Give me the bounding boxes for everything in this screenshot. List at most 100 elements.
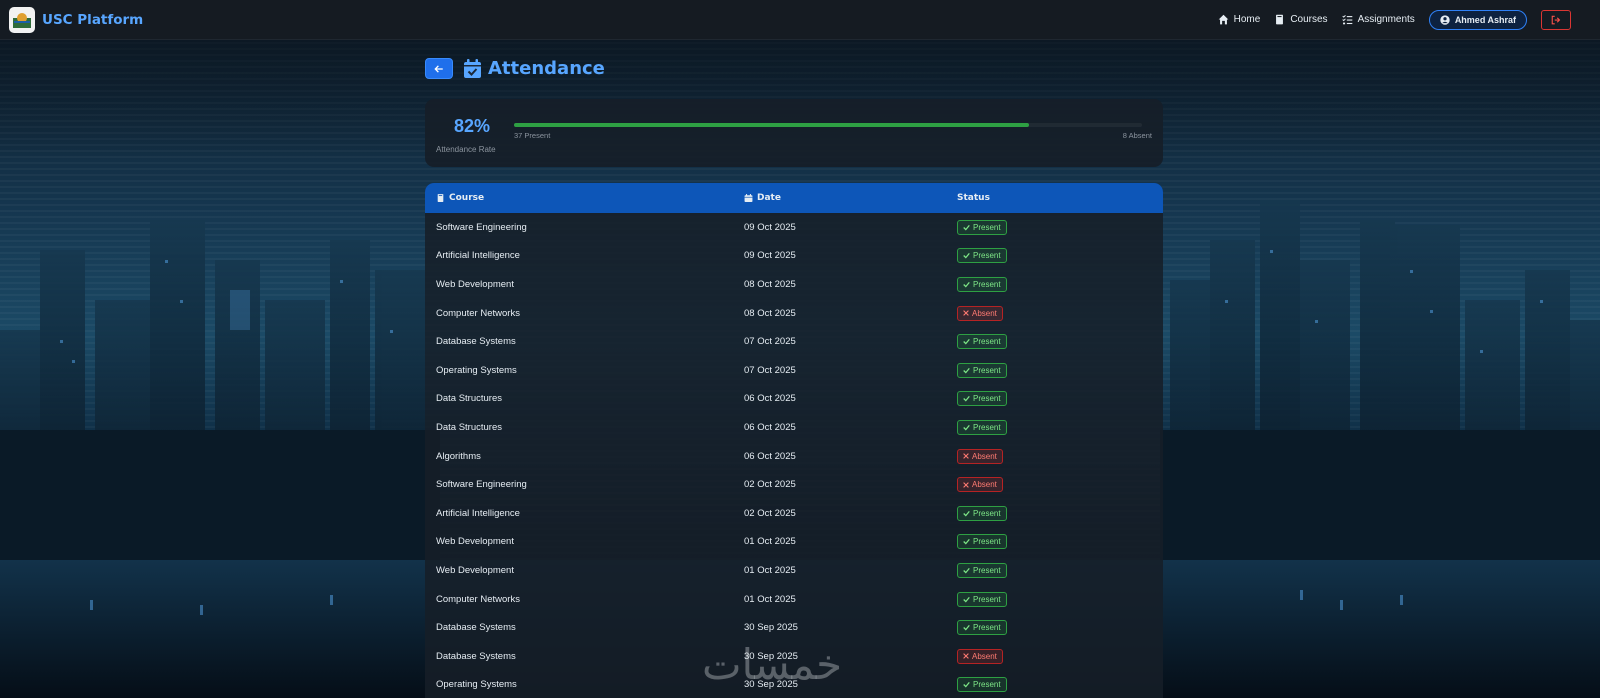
status-label: Present [973, 279, 1001, 289]
nav-home-link[interactable]: Home [1218, 14, 1261, 25]
status-badge: Present [957, 276, 1007, 292]
status-badge: Present [957, 591, 1007, 607]
nav-assignments-link[interactable]: Assignments [1341, 14, 1415, 25]
absent-count: 8 Absent [1122, 131, 1152, 140]
platform-logo[interactable] [9, 6, 35, 33]
date-cell: 02 Oct 2025 [744, 507, 796, 519]
present-count: 37 Present [514, 131, 551, 140]
logout-icon [1551, 15, 1561, 24]
course-cell: Algorithms [436, 450, 481, 462]
home-icon [1218, 14, 1228, 25]
arrow-left-icon [434, 64, 443, 73]
page-title: Attendance [463, 58, 605, 79]
table-row: Operating Systems 07 Oct 2025 Present [425, 356, 1163, 385]
status-cell: Present [957, 391, 1163, 407]
status-cell: Present [957, 219, 1163, 235]
check-icon [963, 424, 970, 431]
nav-home-label: Home [1233, 14, 1261, 25]
course-cell: Data Structures [436, 393, 502, 405]
table-row: Database Systems 07 Oct 2025 Present [425, 327, 1163, 356]
page-title-text: Attendance [488, 58, 605, 79]
status-badge: Absent [957, 448, 1003, 464]
user-profile-button[interactable]: Ahmed Ashraf [1428, 9, 1527, 30]
user-circle-icon [1440, 14, 1450, 25]
table-row: Web Development 01 Oct 2025 Present [425, 556, 1163, 585]
course-cell: Operating Systems [436, 364, 517, 376]
status-badge: Present [957, 362, 1007, 378]
check-icon [963, 567, 970, 574]
attendance-progress-fill [514, 123, 1029, 127]
page-header: Attendance [425, 58, 605, 79]
table-header: Course Date Status [425, 183, 1163, 213]
logout-button[interactable] [1541, 9, 1571, 30]
nav-menu: Home Courses Assignments Ahmed Ashraf [1218, 9, 1591, 30]
column-header-date: Date [744, 193, 957, 203]
status-label: Absent [972, 480, 997, 490]
nav-assignments-label: Assignments [1357, 14, 1415, 25]
date-cell: 09 Oct 2025 [744, 221, 796, 233]
table-row: Web Development 01 Oct 2025 Present [425, 528, 1163, 557]
nav-courses-link[interactable]: Courses [1274, 14, 1328, 25]
course-cell: Software Engineering [436, 221, 527, 233]
table-row: Artificial Intelligence 09 Oct 2025 Presen… [425, 242, 1163, 271]
status-badge: Present [957, 562, 1007, 578]
back-button[interactable] [425, 58, 453, 79]
date-cell: 06 Oct 2025 [744, 393, 796, 405]
table-row: Data Structures 06 Oct 2025 Present [425, 413, 1163, 442]
status-badge: Present [957, 677, 1007, 693]
status-cell: Absent [957, 305, 1163, 321]
check-icon [963, 253, 970, 259]
status-label: Present [973, 537, 1001, 547]
course-cell: Computer Networks [436, 307, 520, 319]
status-badge: Present [957, 620, 1007, 636]
user-name: Ahmed Ashraf [1454, 14, 1516, 25]
status-badge: Present [957, 419, 1007, 435]
status-label: Absent [972, 451, 997, 461]
book-icon [1276, 14, 1284, 25]
check-icon [963, 281, 970, 288]
check-icon [963, 510, 970, 517]
status-cell: Present [957, 562, 1163, 578]
column-header-status: Status [957, 193, 1163, 203]
status-label: Present [973, 222, 1001, 232]
date-cell: 06 Oct 2025 [744, 421, 796, 433]
table-row: Software Engineering 09 Oct 2025 Present [425, 213, 1163, 242]
status-badge: Present [957, 391, 1007, 407]
status-badge: Present [957, 248, 1007, 264]
date-cell: 08 Oct 2025 [744, 278, 796, 290]
check-icon [963, 625, 970, 631]
status-badge: Present [957, 334, 1007, 350]
table-row: Software Engineering 02 Oct 2025 Absent [425, 470, 1163, 499]
course-cell: Artificial Intelligence [436, 250, 520, 262]
brand-name[interactable]: USC Platform [42, 12, 143, 28]
check-icon [963, 224, 970, 231]
status-label: Absent [972, 308, 997, 318]
check-icon [963, 539, 970, 545]
check-icon [963, 396, 970, 402]
table-row: Artificial Intelligence 02 Oct 2025 Presen… [425, 499, 1163, 528]
course-cell: Artificial Intelligence [436, 507, 520, 519]
book-icon [437, 194, 444, 202]
status-badge: Absent [957, 477, 1003, 493]
column-header-status-label: Status [957, 193, 990, 203]
date-cell: 30 Sep 2025 [744, 622, 798, 634]
date-cell: 01 Oct 2025 [744, 593, 796, 605]
date-cell: 08 Oct 2025 [744, 307, 796, 319]
status-badge: Present [957, 534, 1007, 550]
watermark-logo: خمسات [702, 640, 842, 689]
status-cell: Present [957, 334, 1163, 350]
column-header-course-label: Course [449, 193, 485, 203]
status-badge: Present [957, 219, 1007, 235]
attendance-progress-bar [514, 123, 1142, 127]
status-cell: Absent [957, 648, 1163, 664]
attendance-table: Course Date Status Software Engineering 0… [425, 183, 1163, 698]
status-badge: Present [957, 505, 1007, 521]
calendar-check-icon [464, 59, 481, 78]
status-label: Present [973, 680, 1001, 690]
top-navbar: USC Platform Home Courses Assignments Ah… [0, 0, 1600, 40]
status-cell: Present [957, 505, 1163, 521]
date-cell: 01 Oct 2025 [744, 536, 796, 548]
status-cell: Present [957, 620, 1163, 636]
status-label: Present [973, 251, 1001, 261]
course-cell: Web Development [436, 536, 514, 548]
